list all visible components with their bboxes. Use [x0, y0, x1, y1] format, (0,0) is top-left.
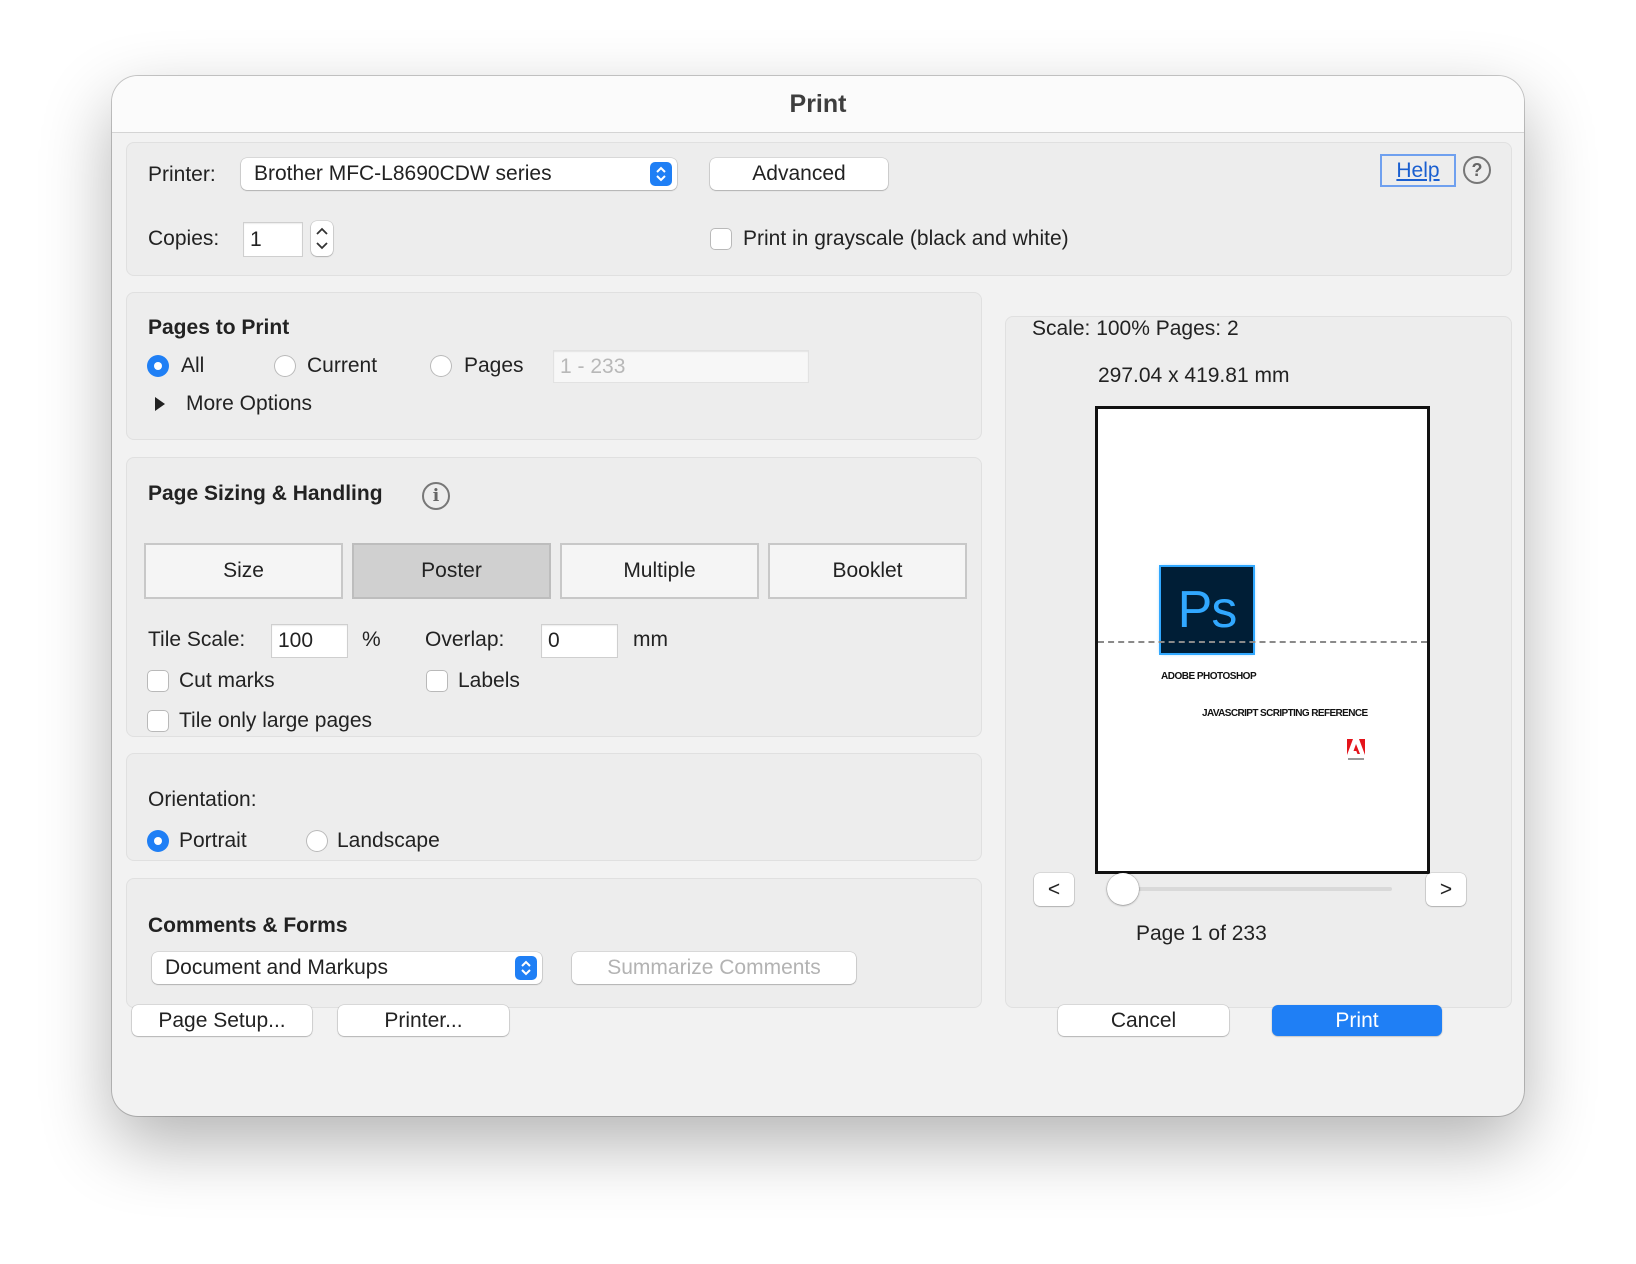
page-preview: Ps ADOBE PHOTOSHOP JAVASCRIPT SCRIPTING … — [1095, 406, 1430, 874]
current-page-label: Current — [307, 354, 378, 377]
adobe-logo-icon — [1345, 737, 1367, 763]
disclosure-triangle-icon[interactable] — [154, 396, 166, 417]
portrait-label: Portrait — [179, 829, 247, 852]
overlap-label: Overlap: — [425, 628, 505, 651]
landscape-radio[interactable] — [306, 830, 328, 852]
comments-forms-select-value: Document and Markups — [165, 956, 388, 979]
overlap-field[interactable]: 0 — [541, 624, 618, 658]
pages-to-print-heading: Pages to Print — [148, 316, 290, 339]
printer-button[interactable]: Printer... — [338, 1005, 509, 1036]
cut-marks-label: Cut marks — [179, 669, 275, 692]
tile-large-pages-checkbox[interactable] — [147, 710, 169, 732]
tile-scale-label: Tile Scale: — [148, 628, 246, 651]
stepper-arrows-icon — [316, 227, 328, 250]
previous-page-button[interactable]: < — [1034, 873, 1074, 906]
tab-booklet[interactable]: Booklet — [768, 543, 967, 599]
copies-label: Copies: — [148, 227, 220, 250]
preview-dimensions: 297.04 x 419.81 mm — [1098, 364, 1290, 387]
cancel-button[interactable]: Cancel — [1058, 1005, 1229, 1036]
portrait-radio[interactable] — [147, 830, 169, 852]
help-link[interactable]: Help — [1380, 154, 1456, 187]
labels-checkbox[interactable] — [426, 670, 448, 692]
grayscale-label: Print in grayscale (black and white) — [743, 227, 1069, 250]
grayscale-checkbox[interactable] — [710, 228, 732, 250]
overlap-unit: mm — [633, 628, 668, 651]
copies-field[interactable]: 1 — [243, 222, 303, 257]
labels-label: Labels — [458, 669, 520, 692]
doc-subtitle-text: JAVASCRIPT SCRIPTING REFERENCE — [1202, 708, 1368, 719]
popup-arrows-icon — [515, 956, 537, 980]
printer-label: Printer: — [148, 163, 216, 186]
dialog-title: Print — [112, 76, 1524, 133]
copies-stepper[interactable] — [311, 221, 333, 256]
doc-brand-text: ADOBE PHOTOSHOP — [1161, 671, 1257, 682]
landscape-label: Landscape — [337, 829, 440, 852]
printer-select[interactable]: Brother MFC-L8690CDW series — [241, 158, 677, 190]
comments-forms-select[interactable]: Document and Markups — [152, 952, 542, 984]
current-page-radio[interactable] — [274, 355, 296, 377]
comments-forms-heading: Comments & Forms — [148, 914, 348, 937]
tile-scale-field[interactable]: 100 — [271, 624, 348, 658]
page-sizing-heading: Page Sizing & Handling — [148, 482, 383, 505]
advanced-button[interactable]: Advanced — [710, 158, 888, 190]
tab-multiple[interactable]: Multiple — [560, 543, 759, 599]
more-options-label[interactable]: More Options — [186, 392, 312, 416]
summarize-comments-button[interactable]: Summarize Comments — [572, 952, 856, 984]
all-pages-label: All — [181, 354, 205, 377]
page-range-field[interactable]: 1 - 233 — [553, 350, 809, 383]
page-setup-button[interactable]: Page Setup... — [132, 1005, 312, 1036]
preview-scale-text: Scale: 100% Pages: 2 — [1032, 317, 1239, 340]
comments-forms-panel — [126, 878, 982, 1008]
printer-select-value: Brother MFC-L8690CDW series — [254, 162, 552, 185]
print-button[interactable]: Print — [1272, 1005, 1442, 1036]
help-question-icon[interactable]: ? — [1463, 156, 1491, 184]
tile-large-pages-label: Tile only large pages — [179, 709, 372, 732]
tab-size[interactable]: Size — [144, 543, 343, 599]
popup-arrows-icon — [650, 162, 672, 186]
page-slider-knob[interactable] — [1107, 873, 1139, 905]
orientation-label: Orientation: — [148, 788, 257, 811]
info-icon[interactable]: i — [422, 482, 450, 510]
tab-poster[interactable]: Poster — [352, 543, 551, 599]
all-pages-radio[interactable] — [147, 355, 169, 377]
page-slider-track[interactable] — [1118, 887, 1392, 891]
page-status-text: Page 1 of 233 — [1136, 922, 1267, 945]
tile-scale-unit: % — [362, 628, 381, 651]
page-range-radio[interactable] — [430, 355, 452, 377]
poster-tile-divider — [1098, 641, 1427, 643]
cut-marks-checkbox[interactable] — [147, 670, 169, 692]
next-page-button[interactable]: > — [1426, 873, 1466, 906]
print-dialog: Print Printer: Brother MFC-L8690CDW seri… — [112, 76, 1524, 1116]
photoshop-logo-text: Ps — [1177, 581, 1238, 639]
page-range-label: Pages — [464, 354, 524, 377]
